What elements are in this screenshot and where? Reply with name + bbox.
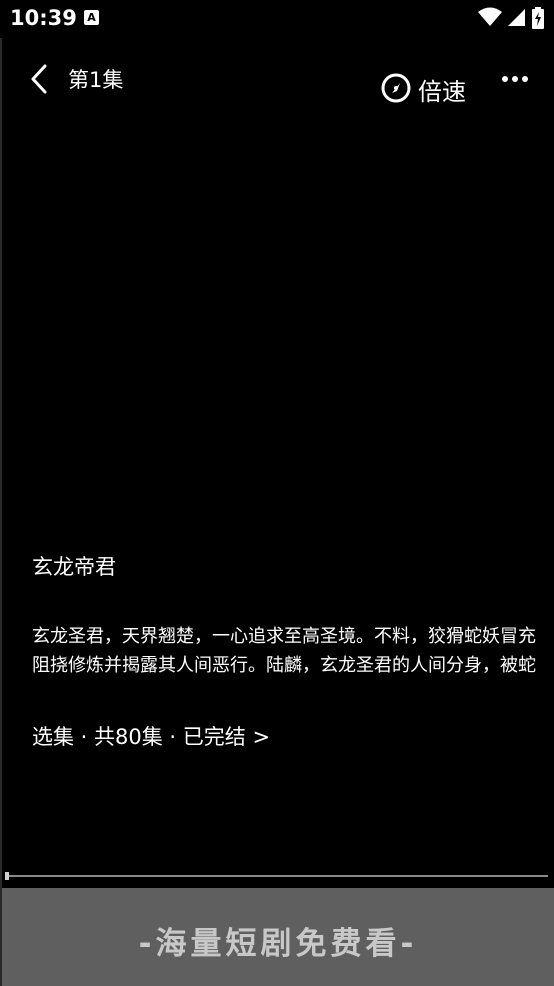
wifi-icon [478,7,502,26]
system-icons [472,7,544,29]
speed-label: 倍速 [418,78,466,106]
status-time: 10:39 [10,6,77,30]
description-line: 阻挠修炼并揭露其人间恶行。陆麟，玄龙圣君的人间分身，被蛇 [32,655,536,676]
progress-handle[interactable] [5,872,9,880]
screen-edge [0,38,2,986]
speed-dial-icon [381,73,411,103]
status-bar: 10:39 A [0,0,554,38]
battery-charging-icon [532,7,544,29]
description-line: 玄龙圣君，天界翘楚，一心追求至高圣境。不料，狡猾蛇妖冒充 [32,626,536,647]
app-notification-icon: A [84,10,99,25]
show-description[interactable]: 玄龙圣君，天界翘楚，一心追求至高圣境。不料，狡猾蛇妖冒充 阻挠修炼并揭露其人间恶… [32,622,554,680]
episode-title: 第1集 [68,68,124,92]
player-top-bar: 第1集 倍速 [0,38,554,118]
chevron-left-icon[interactable] [26,62,52,96]
progress-track[interactable] [6,875,548,877]
more-dots-icon[interactable] [500,74,530,86]
episode-selector[interactable]: 选集 · 共80集 · 已完结 > [32,721,270,751]
show-title: 玄龙帝君 [32,555,116,579]
promo-banner[interactable]: -海量短剧免费看- [2,888,554,986]
cell-signal-icon [508,9,525,26]
promo-banner-text: -海量短剧免费看- [138,926,418,962]
